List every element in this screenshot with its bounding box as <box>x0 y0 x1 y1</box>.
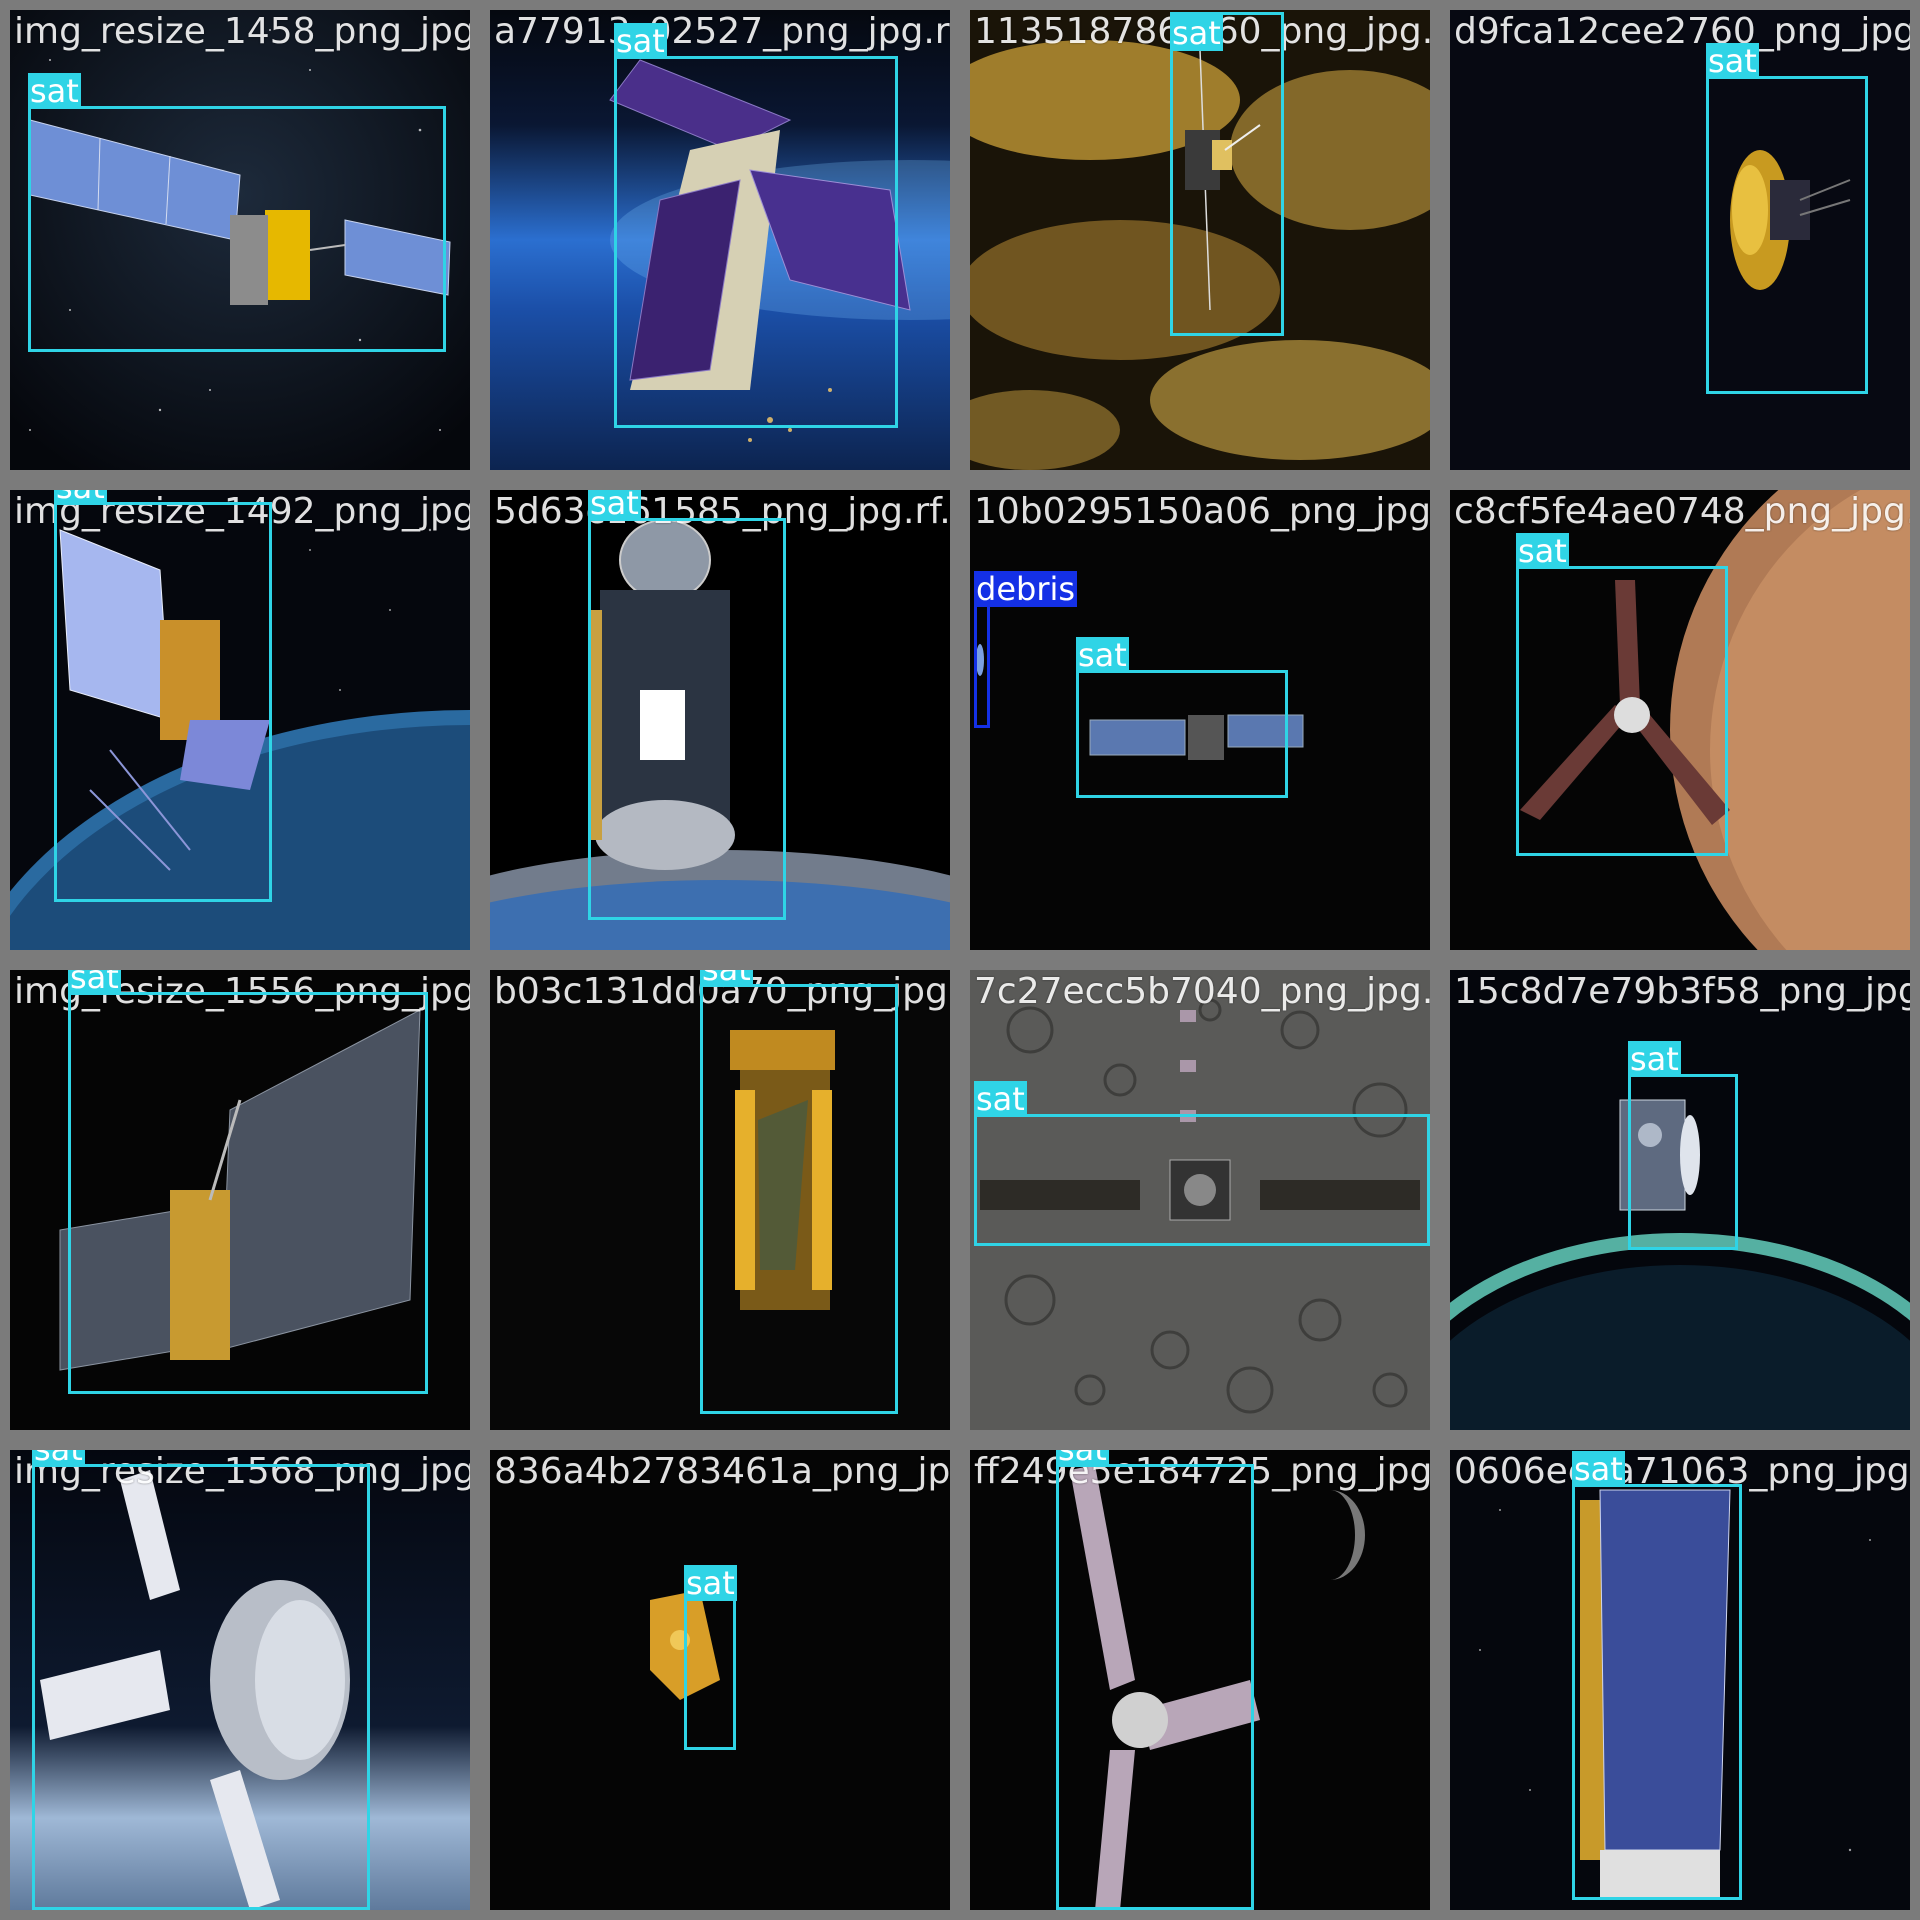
mosaic-tile: d9fca12cee2760_png_jpg.rf. sat <box>1440 0 1920 480</box>
mosaic-tile: 10b0295150a06_png_jpg.rf. debris sat <box>960 480 1440 960</box>
bbox-label: sat <box>1516 532 1569 570</box>
bbox-label: sat <box>32 1450 85 1467</box>
bbox-sat: sat <box>1056 1450 1254 1910</box>
tile-filename: c8cf5fe4ae0748_png_jpg.rf. <box>1454 491 1920 532</box>
mosaic-tile: c8cf5fe4ae0748_png_jpg.rf. sat <box>1440 480 1920 960</box>
mosaic-tile: img_resize_1458_png_jpg.rf. sat <box>0 0 480 480</box>
bbox-sat: sat <box>684 1565 737 1750</box>
mosaic-tile: img_resize_1492_png_jpg.rf. sat <box>0 480 480 960</box>
bbox-label: sat <box>700 970 753 987</box>
tile-filename: a77913_02527_png_jpg.rf. <box>494 11 960 52</box>
mosaic-tile: 1135187863f60_png_jpg.rf. sat <box>960 0 1440 480</box>
mosaic-tile: 15c8d7e79b3f58_png_jpg.rf. sat <box>1440 960 1920 1440</box>
mosaic-tile: 836a4b2783461a_png_jpg.rf. sat <box>480 1440 960 1920</box>
bbox-sat: sat <box>1516 533 1728 856</box>
mosaic-tile: 5d63c161585_png_jpg.rf. sat <box>480 480 960 960</box>
mosaic-tile: a77913_02527_png_jpg.rf. sat <box>480 0 960 480</box>
mosaic-tile: b03c131dd0a70_png_jpg.rf. sat <box>480 960 960 1440</box>
bbox-sat: sat <box>54 490 272 902</box>
mosaic-tile: 7c27ecc5b7040_png_jpg.rf. sat <box>960 960 1440 1440</box>
bbox-label: sat <box>1170 14 1223 52</box>
tile-filename: d9fca12cee2760_png_jpg.rf. <box>1454 11 1920 52</box>
mosaic-tile: 0606ee6a71063_png_jpg.rf. sat <box>1440 1440 1920 1920</box>
bbox-label: sat <box>588 484 641 522</box>
detection-mosaic-grid: img_resize_1458_png_jpg.rf. sat a77913_0… <box>0 0 1920 1920</box>
bbox-sat: sat <box>1170 12 1284 336</box>
bbox-sat: sat <box>700 970 898 1414</box>
bbox-label: sat <box>974 1080 1027 1118</box>
tile-filename: 7c27ecc5b7040_png_jpg.rf. <box>974 971 1440 1012</box>
bbox-sat: sat <box>1628 1041 1738 1250</box>
bbox-label: debris <box>974 570 1078 608</box>
tile-filename: img_resize_1458_png_jpg.rf. <box>14 11 480 52</box>
bbox-debris: debris <box>974 571 1078 728</box>
mosaic-tile: img_resize_1556_png_jpg.rf. sat <box>0 960 480 1440</box>
mosaic-tile: img_resize_1568_png_jpg.rf. sat <box>0 1440 480 1920</box>
bbox-label: sat <box>684 1564 737 1602</box>
bbox-label: sat <box>1572 1450 1625 1488</box>
tile-filename: 10b0295150a06_png_jpg.rf. <box>974 491 1440 532</box>
bbox-sat: sat <box>32 1450 370 1910</box>
bbox-label: sat <box>1056 1450 1109 1467</box>
tile-filename: 836a4b2783461a_png_jpg.rf. <box>494 1451 951 1492</box>
bbox-label: sat <box>1076 636 1129 674</box>
bbox-label: sat <box>68 960 121 996</box>
bbox-label: sat <box>54 490 107 505</box>
bbox-sat: sat <box>614 23 898 428</box>
bbox-sat: sat <box>28 73 446 352</box>
bbox-label: sat <box>1628 1040 1681 1078</box>
bbox-sat: sat <box>1572 1451 1742 1900</box>
bbox-label: sat <box>1706 42 1759 80</box>
bbox-sat: sat <box>1706 43 1868 394</box>
tile-filename: 15c8d7e79b3f58_png_jpg.rf. <box>1454 971 1920 1012</box>
mosaic-tile: ff249e5e184725_png_jpg.rf. sat <box>960 1440 1440 1920</box>
bbox-label: sat <box>28 72 81 110</box>
bbox-sat: sat <box>588 490 786 920</box>
bbox-sat: sat <box>1076 637 1288 798</box>
bbox-sat: sat <box>68 970 428 1394</box>
bbox-label: sat <box>614 22 667 60</box>
bbox-sat: sat <box>974 1081 1430 1246</box>
